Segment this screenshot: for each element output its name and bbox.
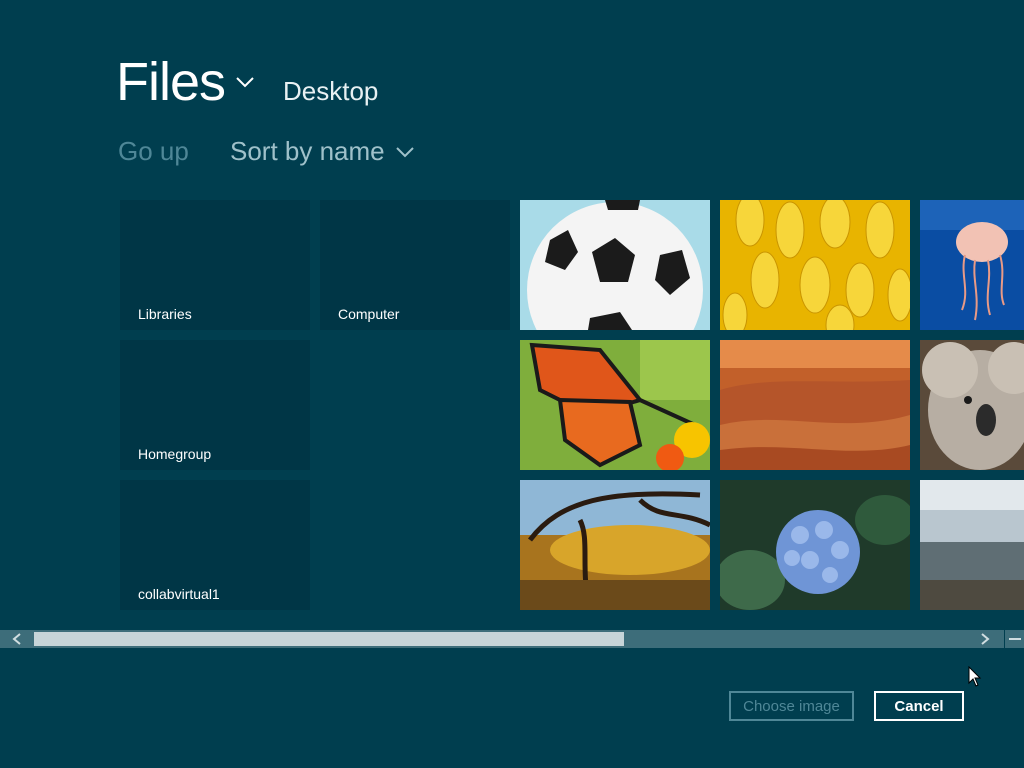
image-thumbnail-seascape[interactable]: [920, 480, 1024, 610]
folder-label: Computer: [338, 306, 400, 322]
mouse-cursor-icon: [968, 665, 982, 688]
image-thumbnail-soccer-ball[interactable]: [520, 200, 710, 330]
image-thumbnail-yellow-chrysanthemum[interactable]: [720, 200, 910, 330]
image-thumbnail-jellyfish[interactable]: [920, 200, 1024, 330]
minus-icon[interactable]: [1004, 630, 1024, 648]
go-up-button[interactable]: Go up: [118, 134, 189, 168]
folder-tile-computer[interactable]: Computer: [320, 200, 510, 330]
sort-dropdown[interactable]: Sort by name: [230, 134, 385, 168]
image-thumbnail-butterfly[interactable]: [520, 340, 710, 470]
chevron-right-icon[interactable]: [974, 630, 996, 648]
folder-tile-libraries[interactable]: Libraries: [120, 200, 310, 330]
scrollbar-thumb[interactable]: [34, 632, 624, 646]
location-label[interactable]: Desktop: [283, 74, 378, 108]
image-thumbnail-hydrangea[interactable]: [720, 480, 910, 610]
folder-tile-homegroup[interactable]: Homegroup: [120, 340, 310, 470]
folder-label: Libraries: [138, 306, 192, 322]
folder-tile-collabvirtual1[interactable]: collabvirtual1: [120, 480, 310, 610]
image-thumbnail-desert[interactable]: [720, 340, 910, 470]
cancel-button[interactable]: Cancel: [874, 691, 964, 721]
image-thumbnail-koala[interactable]: [920, 340, 1024, 470]
image-thumbnail-autumn-tree[interactable]: [520, 480, 710, 610]
chevron-left-icon[interactable]: [0, 630, 34, 648]
chevron-down-icon[interactable]: [394, 144, 416, 160]
choose-image-button[interactable]: Choose image: [729, 691, 854, 721]
folder-label: collabvirtual1: [138, 586, 220, 602]
chevron-down-icon[interactable]: [234, 74, 256, 90]
folder-label: Homegroup: [138, 446, 212, 462]
page-title: Files: [116, 52, 226, 112]
